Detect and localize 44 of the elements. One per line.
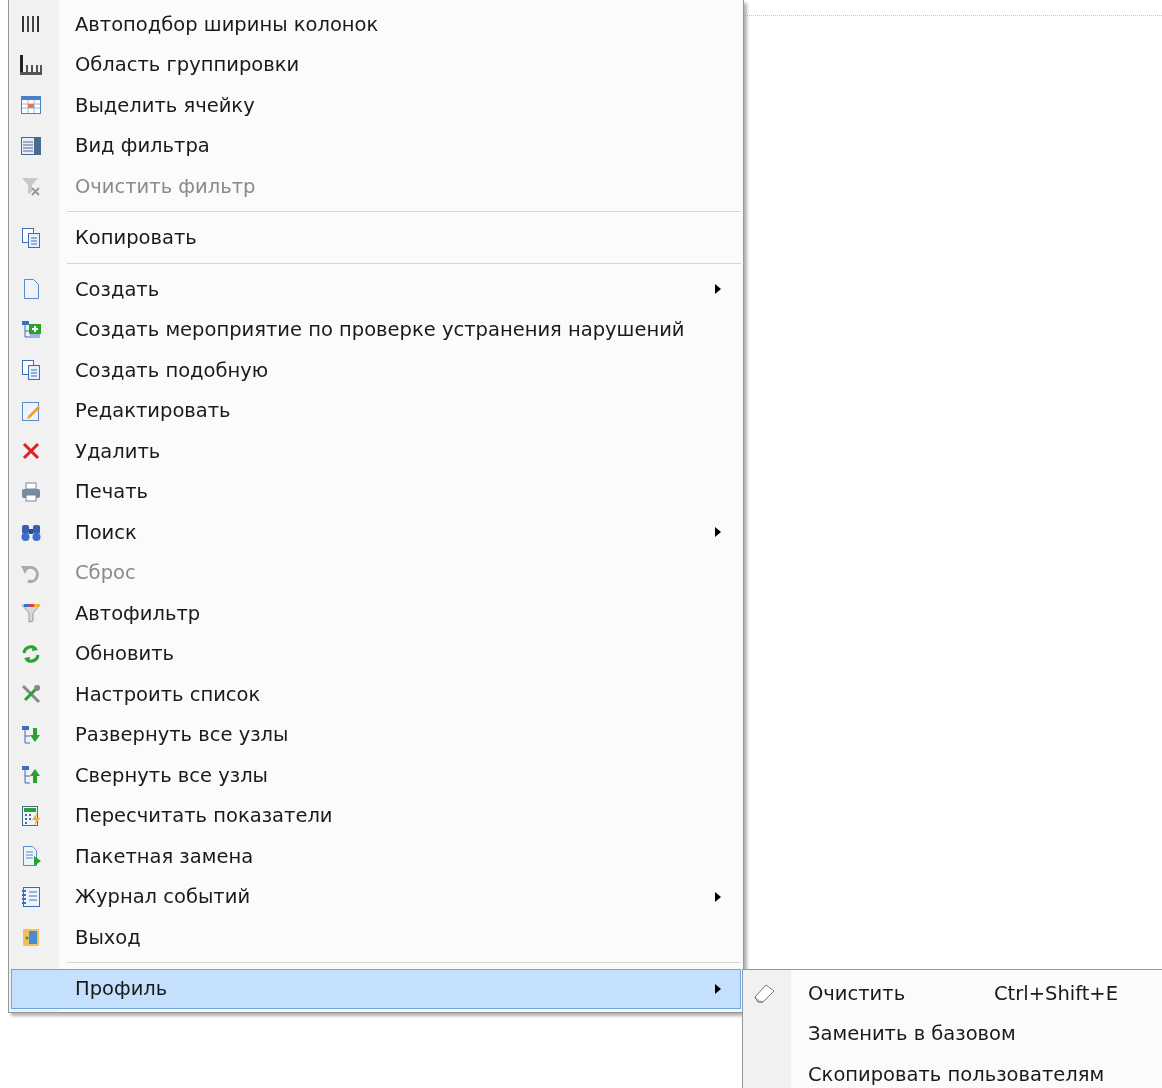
menu-item[interactable]: Выход <box>11 917 741 958</box>
menu-item[interactable]: Пересчитать показатели <box>11 795 741 836</box>
funnel-cross-icon <box>20 175 42 198</box>
notebook-icon <box>20 885 42 908</box>
tools-icon <box>20 683 42 706</box>
tree-up-arrow-icon <box>20 764 42 787</box>
menu-item[interactable]: Создать подобную <box>11 350 741 391</box>
menu-item[interactable]: Обновить <box>11 633 741 674</box>
print-icon <box>20 480 42 503</box>
menu-item[interactable]: Развернуть все узлы <box>11 714 741 755</box>
copy-icon <box>20 359 42 382</box>
page-arrow-icon <box>20 845 42 868</box>
menu-item[interactable]: Свернуть все узлы <box>11 755 741 796</box>
menu-item[interactable]: Журнал событий <box>11 876 741 917</box>
ruler-icon <box>20 53 42 76</box>
calculator-icon <box>20 804 42 827</box>
menu-item[interactable]: Вид фильтра <box>11 125 741 166</box>
menu-item[interactable]: Заменить в базовом <box>743 1013 1162 1054</box>
menu-item[interactable]: Копировать <box>11 217 741 258</box>
menu-item[interactable]: Автофильтр <box>11 593 741 634</box>
menu-item[interactable]: Пакетная замена <box>11 836 741 877</box>
funnel-icon <box>20 602 42 625</box>
menu-item[interactable]: Редактировать <box>11 390 741 431</box>
tree-plus-icon <box>20 318 42 341</box>
menu-item[interactable]: Скопировать пользователям <box>743 1054 1162 1088</box>
menu-item[interactable]: Очистить Ctrl+Shift+E <box>743 973 1162 1014</box>
menu-item[interactable]: Печать <box>11 471 741 512</box>
list-icon <box>20 134 42 157</box>
shortcut-label: Ctrl+Shift+E <box>994 981 1119 1005</box>
tree-down-arrow-icon <box>20 723 42 746</box>
copy-icon <box>20 226 42 249</box>
menu-item[interactable]: Создать мероприятие по проверке устранения нарушений <box>11 309 741 350</box>
refresh-icon <box>20 642 42 665</box>
menu-item[interactable]: Удалить <box>11 431 741 472</box>
door-icon <box>20 926 42 949</box>
menu-item[interactable]: Выделить ячейку <box>11 85 741 126</box>
menu-item[interactable]: Автоподбор ширины колонок <box>11 4 741 45</box>
pencil-page-icon <box>20 399 42 422</box>
menu-item[interactable]: Поиск <box>11 512 741 553</box>
menu-item[interactable]: Создать <box>11 269 741 310</box>
menu-item[interactable]: Профиль <box>11 968 741 1009</box>
menu-item[interactable]: Область группировки <box>11 44 741 85</box>
menu-item[interactable]: Настроить список <box>11 674 741 715</box>
table-icon <box>20 94 42 117</box>
